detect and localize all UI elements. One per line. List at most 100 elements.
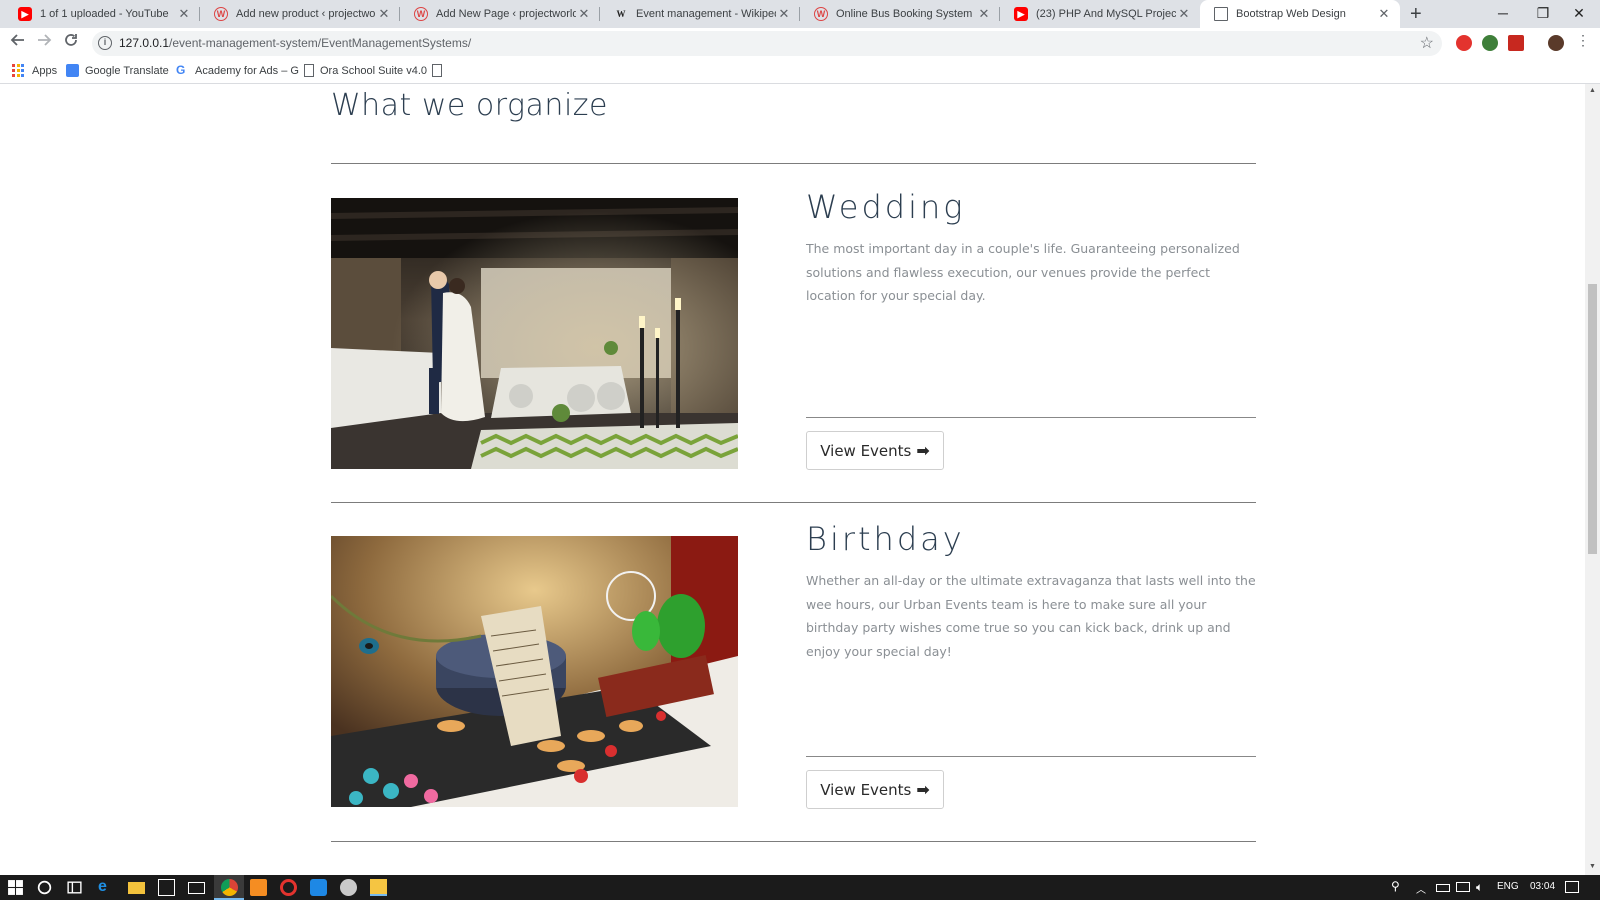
windows-taskbar: e ⚲ ︿ 🔈︎ ENG 03:04 bbox=[0, 875, 1600, 900]
event-divider bbox=[331, 841, 1256, 842]
clock-time[interactable]: 03:04 bbox=[1530, 881, 1555, 892]
opera-extension-icon[interactable] bbox=[1456, 35, 1472, 51]
extension-icon[interactable] bbox=[1482, 35, 1498, 51]
close-tab-icon[interactable]: ✕ bbox=[976, 6, 992, 22]
tab-title: Add new product ‹ projectworlds bbox=[236, 8, 376, 20]
xampp-icon[interactable] bbox=[250, 879, 267, 896]
view-events-label: View Events bbox=[820, 441, 912, 460]
file-explorer-icon[interactable] bbox=[128, 882, 145, 894]
input-language[interactable]: ENG bbox=[1497, 881, 1519, 892]
tab-title: 1 of 1 uploaded - YouTube bbox=[40, 8, 169, 20]
youtube-icon: ▶ bbox=[1014, 7, 1028, 21]
back-arrow-icon bbox=[10, 34, 24, 46]
browser-tab[interactable]: W Add new product ‹ projectworlds ✕ bbox=[200, 0, 400, 28]
wedding-view-events-button[interactable]: View Events ➡ bbox=[806, 431, 944, 470]
youtube-icon: ▶ bbox=[18, 7, 32, 21]
browser-tab[interactable]: W Online Bus Booking System in PH ✕ bbox=[800, 0, 1000, 28]
view-events-label: View Events bbox=[820, 780, 912, 799]
close-tab-icon[interactable]: ✕ bbox=[1176, 6, 1192, 22]
volume-icon[interactable]: 🔈︎ bbox=[1476, 880, 1493, 897]
battery-icon[interactable] bbox=[1436, 884, 1450, 892]
teamviewer-icon[interactable] bbox=[310, 879, 327, 896]
close-tab-icon[interactable]: ✕ bbox=[176, 6, 192, 22]
store-icon[interactable] bbox=[158, 879, 175, 896]
address-bar[interactable]: i 127.0.0.1/event-management-system/Even… bbox=[92, 31, 1442, 56]
event-divider bbox=[331, 502, 1256, 503]
back-button[interactable] bbox=[7, 32, 29, 54]
scrollbar-thumb[interactable] bbox=[1588, 284, 1597, 554]
browser-tab[interactable]: ▶ (23) PHP And MySQL Project On ✕ bbox=[1000, 0, 1200, 28]
app-icon[interactable] bbox=[340, 879, 357, 896]
browser-tab-active[interactable]: Bootstrap Web Design ✕ bbox=[1200, 0, 1400, 28]
birthday-photo bbox=[331, 536, 738, 807]
mail-icon[interactable] bbox=[188, 882, 205, 894]
google-icon: G bbox=[176, 63, 186, 77]
windows-start-icon[interactable] bbox=[7, 879, 24, 896]
document-icon bbox=[432, 64, 442, 77]
network-icon[interactable] bbox=[1456, 882, 1470, 892]
extension-icon[interactable] bbox=[1508, 35, 1524, 51]
tab-title: Event management - Wikipedia bbox=[636, 8, 776, 20]
browser-tab[interactable]: W Event management - Wikipedia ✕ bbox=[600, 0, 800, 28]
cortana-search-icon[interactable] bbox=[36, 879, 53, 896]
wedding-description: The most important day in a couple's lif… bbox=[806, 241, 1240, 303]
wordpress-icon: W bbox=[414, 7, 428, 21]
tab-title: (23) PHP And MySQL Project On bbox=[1036, 8, 1176, 20]
chrome-icon bbox=[221, 879, 238, 896]
close-window-button[interactable]: ✕ bbox=[1556, 0, 1600, 28]
close-tab-icon[interactable]: ✕ bbox=[376, 6, 392, 22]
wedding-divider bbox=[806, 417, 1256, 418]
browser-tab[interactable]: ▶ 1 of 1 uploaded - YouTube ✕ bbox=[4, 0, 200, 28]
bookmarks-bar: Apps Google Translate G Academy for Ads … bbox=[0, 59, 1600, 84]
forward-button[interactable] bbox=[33, 32, 55, 54]
browser-tab[interactable]: W Add New Page ‹ projectworlds — ✕ bbox=[400, 0, 600, 28]
edge-browser-icon[interactable]: e bbox=[98, 879, 115, 896]
document-icon bbox=[304, 64, 314, 77]
wordpress-icon: W bbox=[214, 7, 228, 21]
bookmark-star-icon[interactable]: ☆ bbox=[1420, 33, 1434, 53]
tab-title: Bootstrap Web Design bbox=[1236, 8, 1346, 20]
close-tab-icon[interactable]: ✕ bbox=[576, 6, 592, 22]
forward-arrow-icon bbox=[38, 34, 52, 46]
apps-icon bbox=[12, 64, 25, 77]
browser-toolbar: i 127.0.0.1/event-management-system/Even… bbox=[0, 28, 1600, 59]
document-icon bbox=[1214, 7, 1228, 21]
bookmark-apps[interactable]: Apps bbox=[12, 64, 57, 77]
bookmark-untitled[interactable] bbox=[432, 64, 448, 77]
sublime-text-icon[interactable] bbox=[370, 879, 387, 896]
action-center-icon[interactable] bbox=[1565, 881, 1579, 893]
bookmark-google-translate[interactable]: Google Translate bbox=[66, 64, 169, 77]
birthday-view-events-button[interactable]: View Events ➡ bbox=[806, 770, 944, 809]
bookmark-academy-for-ads[interactable]: G Academy for Ads – G bbox=[176, 64, 299, 77]
wedding-title: Wedding bbox=[806, 188, 966, 226]
show-hidden-icons-chevron[interactable]: ︿ bbox=[1416, 881, 1433, 898]
arrow-right-icon: ➡ bbox=[916, 780, 930, 799]
section-divider bbox=[331, 163, 1256, 164]
tab-title: Online Bus Booking System in PH bbox=[836, 8, 976, 20]
close-tab-icon[interactable]: ✕ bbox=[776, 6, 792, 22]
opera-icon[interactable] bbox=[280, 879, 297, 896]
address-url[interactable]: 127.0.0.1/event-management-system/EventM… bbox=[119, 36, 471, 50]
reload-button[interactable] bbox=[60, 32, 82, 54]
profile-avatar[interactable] bbox=[1548, 35, 1564, 51]
reload-icon bbox=[65, 34, 77, 46]
task-view-icon[interactable] bbox=[66, 879, 83, 896]
browser-tab-strip: ▶ 1 of 1 uploaded - YouTube ✕ W Add new … bbox=[0, 0, 1600, 28]
page-scrollbar[interactable]: ▲ ▼ bbox=[1585, 84, 1600, 875]
birthday-image bbox=[331, 536, 738, 807]
section-title: What we organize bbox=[331, 88, 608, 123]
scroll-down-arrow-icon[interactable]: ▼ bbox=[1589, 863, 1596, 870]
close-tab-icon[interactable]: ✕ bbox=[1376, 6, 1392, 22]
page-viewport: What we organize Wedding The most import… bbox=[0, 84, 1585, 875]
menu-kebab-icon[interactable]: ⋮ bbox=[1576, 32, 1590, 48]
arrow-right-icon: ➡ bbox=[916, 441, 930, 460]
birthday-description: Whether an all-day or the ultimate extra… bbox=[806, 573, 1256, 659]
bookmark-ora-school-suite[interactable]: Ora School Suite v4.0 bbox=[304, 64, 427, 77]
wedding-image bbox=[331, 198, 738, 469]
new-tab-button[interactable]: + bbox=[1410, 3, 1422, 26]
wordpress-icon: W bbox=[814, 7, 828, 21]
scroll-up-arrow-icon[interactable]: ▲ bbox=[1589, 87, 1596, 94]
site-info-icon[interactable]: i bbox=[98, 36, 112, 50]
translate-icon bbox=[66, 64, 79, 77]
people-icon[interactable]: ⚲ bbox=[1391, 879, 1408, 896]
